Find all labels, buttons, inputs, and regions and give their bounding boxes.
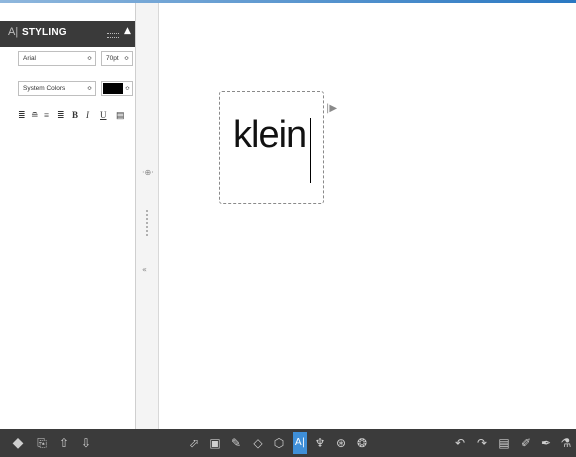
compass-icon[interactable]: ⊛: [333, 434, 349, 452]
move-up-icon[interactable]: ⇧: [56, 434, 72, 452]
text-color-swatch: [103, 83, 123, 94]
undo-icon[interactable]: ↶: [452, 434, 468, 452]
text-color-picker[interactable]: ≎: [101, 81, 133, 96]
styling-panel-header: A| STYLING ▲: [0, 21, 135, 47]
underline-button[interactable]: U: [100, 110, 107, 120]
select-arrow-icon: ≎: [86, 56, 92, 62]
image-icon[interactable]: ▤: [496, 434, 512, 452]
select-icon[interactable]: ⬀: [186, 434, 202, 452]
drag-handle-icon[interactable]: [107, 33, 119, 38]
bottom-toolbar: ◆ ⎘ ⇧ ⇩ ⬀ ▣ ✎ ◇ ⬡ A| ♆ ⊛ ❂ ↶ ↷ ▤ ✐ ✒ ⚗: [0, 429, 576, 457]
font-size-select[interactable]: 70pt ≎: [101, 51, 133, 66]
font-family-select[interactable]: Arial ≎: [18, 51, 96, 66]
panel-title: STYLING: [22, 27, 67, 38]
text-style-icon: A|: [8, 26, 19, 38]
text-object[interactable]: klein: [219, 91, 324, 204]
styling-panel: A| STYLING ▲ Arial ≎ 70pt ≎ System Color…: [0, 3, 136, 429]
align-justify-icon[interactable]: ≣: [57, 110, 65, 121]
select-arrow-icon: ≎: [86, 86, 92, 92]
align-left-icon[interactable]: ≣: [18, 110, 26, 121]
resize-handle-icon[interactable]: ·⊕·: [142, 168, 154, 177]
italic-button[interactable]: I: [86, 110, 89, 120]
layers-icon[interactable]: ◆: [10, 434, 26, 452]
collapse-icon[interactable]: ▲: [124, 26, 131, 36]
pattern-icon[interactable]: ❂: [354, 434, 370, 452]
text-cursor: [310, 118, 311, 183]
pencil-icon[interactable]: ✎: [228, 434, 244, 452]
color-scheme-select[interactable]: System Colors ≎: [18, 81, 96, 96]
font-size-value: 70pt: [106, 55, 119, 62]
eraser-icon[interactable]: ✐: [518, 434, 534, 452]
text-object-content[interactable]: klein: [233, 114, 307, 157]
brush-icon[interactable]: ♆: [312, 434, 328, 452]
align-center-icon[interactable]: ≘: [31, 110, 39, 121]
select-arrow-icon: ≎: [124, 85, 130, 92]
shape-icon[interactable]: ◇: [250, 434, 266, 452]
redo-icon[interactable]: ↷: [474, 434, 490, 452]
rectangle-icon[interactable]: ▣: [207, 434, 223, 452]
splitter-grip[interactable]: [145, 209, 149, 237]
text-icon[interactable]: A|: [293, 432, 307, 454]
font-family-value: Arial: [23, 55, 37, 62]
bold-button[interactable]: B: [72, 110, 78, 120]
collapse-left-icon[interactable]: «: [142, 265, 147, 274]
text-object-handle-icon[interactable]: |▶: [326, 103, 337, 114]
move-down-icon[interactable]: ⇩: [78, 434, 94, 452]
polygon-icon[interactable]: ⬡: [271, 434, 287, 452]
align-right-icon[interactable]: ≡: [44, 110, 49, 120]
panel-splitter[interactable]: ·⊕· «: [136, 3, 159, 429]
paint-icon[interactable]: ⚗: [558, 434, 574, 452]
color-scheme-value: System Colors: [23, 85, 66, 92]
select-arrow-icon: ≎: [123, 56, 129, 62]
pen-icon[interactable]: ✒: [538, 434, 554, 452]
copy-icon[interactable]: ⎘: [34, 434, 50, 452]
text-box-icon[interactable]: ▤: [116, 110, 125, 121]
